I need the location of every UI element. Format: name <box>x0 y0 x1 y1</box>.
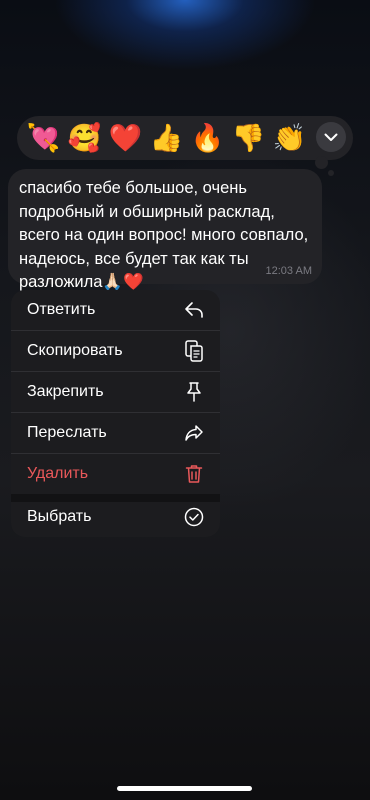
message-bubble: спасибо тебе большое, очень подробный и … <box>8 169 322 291</box>
menu-item-pin[interactable]: Закрепить <box>11 372 220 412</box>
reply-icon <box>183 299 205 321</box>
reaction-picker-tail <box>315 156 328 169</box>
menu-item-copy[interactable]: Скопировать <box>11 331 220 371</box>
menu-item-forward[interactable]: Переслать <box>11 413 220 453</box>
message-timestamp: 12:03 AM <box>265 265 312 277</box>
chevron-down-icon <box>324 133 338 141</box>
trash-icon <box>183 463 205 485</box>
reaction-heart-with-arrow[interactable]: 💘 <box>23 118 64 158</box>
menu-item-delete[interactable]: Удалить <box>11 454 220 494</box>
menu-item-label: Ответить <box>27 301 96 318</box>
reaction-red-heart[interactable]: ❤️ <box>105 118 146 158</box>
menu-item-label: Выбрать <box>27 508 92 525</box>
reaction-fire[interactable]: 🔥 <box>187 118 228 158</box>
menu-item-label: Переслать <box>27 424 107 441</box>
reaction-thumbs-up[interactable]: 👍 <box>146 118 187 158</box>
context-menu: Ответить Скопировать Закрепить Переслать <box>11 290 220 537</box>
menu-item-reply[interactable]: Ответить <box>11 290 220 330</box>
menu-item-label: Удалить <box>27 465 89 482</box>
reaction-smiling-face-with-hearts[interactable]: 🥰 <box>64 118 105 158</box>
reaction-clapping-hands[interactable]: 👏 <box>269 118 310 158</box>
menu-item-label: Закрепить <box>27 383 104 400</box>
check-circle-icon <box>183 506 205 528</box>
menu-item-select[interactable]: Выбрать <box>11 497 220 537</box>
home-indicator[interactable] <box>117 786 252 791</box>
menu-item-label: Скопировать <box>27 342 123 359</box>
pin-icon <box>183 381 205 403</box>
forward-icon <box>183 422 205 444</box>
reaction-picker: 💘 🥰 ❤️ 👍 🔥 👎 👏 <box>17 116 353 160</box>
copy-icon <box>183 340 205 362</box>
reaction-picker-tail-small <box>328 170 334 176</box>
reaction-thumbs-down[interactable]: 👎 <box>228 118 269 158</box>
expand-reactions-button[interactable] <box>316 122 346 152</box>
